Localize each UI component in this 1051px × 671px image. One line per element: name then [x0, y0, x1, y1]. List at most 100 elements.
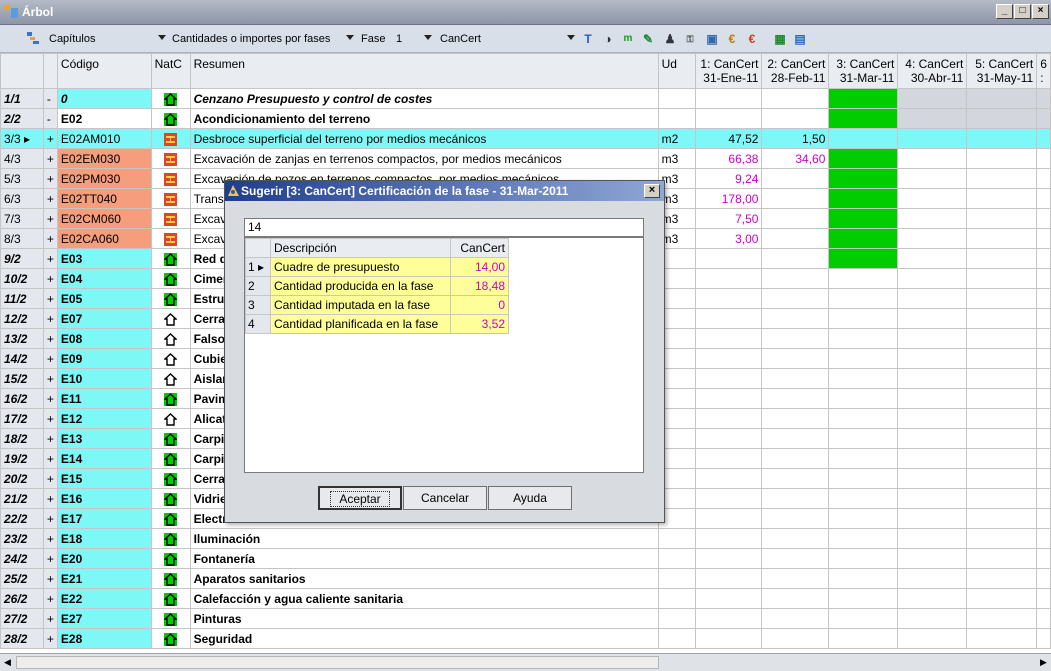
code-cell[interactable]: E04	[56, 268, 152, 289]
unit-cell[interactable]	[657, 608, 697, 629]
cancert-6-cell[interactable]	[1036, 568, 1051, 589]
code-cell[interactable]: 0	[56, 88, 152, 109]
cancert-2-cell[interactable]	[761, 428, 830, 449]
cancert-6-cell[interactable]	[1036, 248, 1051, 269]
expand-toggle[interactable]: +	[42, 388, 58, 409]
cancert-3-cell[interactable]	[828, 248, 899, 269]
dialog-option-value[interactable]: 3,52	[450, 314, 509, 334]
nature-cell[interactable]	[150, 468, 191, 489]
cancert-5-cell[interactable]	[966, 268, 1038, 289]
dialog-option-value[interactable]: 14,00	[450, 257, 509, 277]
cancert-4-cell[interactable]	[897, 488, 968, 509]
dialog-option-description[interactable]: Cuadre de presupuesto	[270, 257, 451, 277]
cancert-4-cell[interactable]	[897, 188, 968, 209]
dialog-option-row[interactable]: 1 ▸ Cuadre de presupuesto 14,00	[245, 257, 509, 277]
code-cell[interactable]: E05	[56, 288, 152, 309]
code-cell[interactable]: E18	[56, 528, 152, 549]
nature-cell[interactable]	[150, 328, 191, 349]
row-index[interactable]: 7/3	[0, 208, 44, 229]
nature-cell[interactable]	[150, 488, 191, 509]
suggest-options-grid[interactable]: Descripción CanCert 1 ▸ Cuadre de presupu…	[244, 237, 644, 473]
cancert-2-cell[interactable]	[761, 608, 830, 629]
header-cancert-5[interactable]: 5: CanCert 31-May-11	[966, 53, 1038, 89]
cancert-1-cell[interactable]	[695, 608, 763, 629]
nature-cell[interactable]	[150, 288, 191, 309]
cancert-1-cell[interactable]: 7,50	[695, 208, 763, 229]
code-cell[interactable]: E15	[56, 468, 152, 489]
dialog-option-value[interactable]: 18,48	[450, 276, 509, 296]
row-index[interactable]: 4/3	[0, 148, 44, 169]
cancert-1-cell[interactable]	[695, 408, 763, 429]
cancert-2-cell[interactable]	[761, 548, 830, 569]
unit-cell[interactable]	[657, 628, 697, 649]
summary-cell[interactable]: Fontanería	[189, 548, 659, 569]
cancert-2-cell[interactable]	[761, 628, 830, 649]
cancert-1-cell[interactable]: 178,00	[695, 188, 763, 209]
expand-toggle[interactable]: +	[42, 128, 58, 149]
expand-toggle[interactable]: +	[42, 308, 58, 329]
nature-cell[interactable]	[150, 208, 191, 229]
unit-cell[interactable]	[657, 88, 697, 109]
scroll-right-icon[interactable]: ▶	[1036, 655, 1051, 670]
cancert-3-cell[interactable]	[828, 408, 899, 429]
text-icon[interactable]: T	[580, 31, 596, 47]
cancert-5-cell[interactable]	[966, 488, 1038, 509]
row-index[interactable]: 18/2	[0, 428, 44, 449]
cancert-2-cell[interactable]	[761, 528, 830, 549]
expand-toggle[interactable]: +	[42, 168, 58, 189]
row-index[interactable]: 13/2	[0, 328, 44, 349]
table-row[interactable]: 24/2 + E20 Fontanería	[0, 548, 1051, 569]
cancert-1-cell[interactable]	[695, 488, 763, 509]
cancert-5-cell[interactable]	[966, 288, 1038, 309]
cancert-1-cell[interactable]	[695, 108, 763, 129]
cancert-3-cell[interactable]	[828, 188, 899, 209]
cancert-5-cell[interactable]	[966, 468, 1038, 489]
code-cell[interactable]: E16	[56, 488, 152, 509]
cancert-2-cell[interactable]	[761, 468, 830, 489]
cancert-6-cell[interactable]	[1036, 88, 1051, 109]
code-cell[interactable]: E02	[56, 108, 152, 129]
cancert-4-cell[interactable]	[897, 268, 968, 289]
code-cell[interactable]: E13	[56, 428, 152, 449]
summary-cell[interactable]: Acondicionamiento del terreno	[189, 108, 659, 129]
cancert-3-cell[interactable]	[828, 548, 899, 569]
suggest-value-input[interactable]: 14	[244, 218, 644, 237]
cancert-2-cell[interactable]	[761, 208, 830, 229]
code-cell[interactable]: E21	[56, 568, 152, 589]
row-index[interactable]: 10/2	[0, 268, 44, 289]
expand-toggle[interactable]: +	[42, 188, 58, 209]
row-index[interactable]: 12/2	[0, 308, 44, 329]
cancert-2-cell[interactable]	[761, 168, 830, 189]
header-cancert-3[interactable]: 3: CanCert 31-Mar-11	[828, 53, 899, 89]
cancert-6-cell[interactable]	[1036, 528, 1051, 549]
cancert-6-cell[interactable]	[1036, 228, 1051, 249]
code-cell[interactable]: E09	[56, 348, 152, 369]
cancert-3-cell[interactable]	[828, 108, 899, 129]
table-row[interactable]: 4/3 + E02EM030 Excavación de zanjas en terr…	[0, 148, 1051, 169]
expand-toggle[interactable]: -	[42, 88, 58, 109]
cancert-5-cell[interactable]	[966, 368, 1038, 389]
dialog-option-value[interactable]: 0	[450, 295, 509, 315]
cancert-2-cell[interactable]	[761, 288, 830, 309]
expand-toggle[interactable]: +	[42, 148, 58, 169]
minimize-button[interactable]: _	[996, 4, 1013, 19]
cancert-3-cell[interactable]	[828, 428, 899, 449]
code-cell[interactable]: E22	[56, 588, 152, 609]
calendar-icon[interactable]: ▣	[704, 31, 720, 47]
dialog-option-description[interactable]: Cantidad imputada en la fase	[270, 295, 451, 315]
cancert-6-cell[interactable]	[1036, 428, 1051, 449]
cancert-6-cell[interactable]	[1036, 268, 1051, 289]
cancert-2-cell[interactable]	[761, 448, 830, 469]
expand-toggle[interactable]: +	[42, 228, 58, 249]
cancert-1-cell[interactable]	[695, 528, 763, 549]
cancert-1-cell[interactable]	[695, 568, 763, 589]
code-cell[interactable]: E14	[56, 448, 152, 469]
row-index[interactable]: 1/1	[0, 88, 44, 109]
cancert-6-cell[interactable]	[1036, 148, 1051, 169]
nature-cell[interactable]	[150, 228, 191, 249]
nature-cell[interactable]	[150, 108, 191, 129]
columns-icon[interactable]: ▤	[792, 31, 808, 47]
cancert-6-cell[interactable]	[1036, 128, 1051, 149]
expand-toggle[interactable]: +	[42, 248, 58, 269]
cancert-6-cell[interactable]	[1036, 188, 1051, 209]
